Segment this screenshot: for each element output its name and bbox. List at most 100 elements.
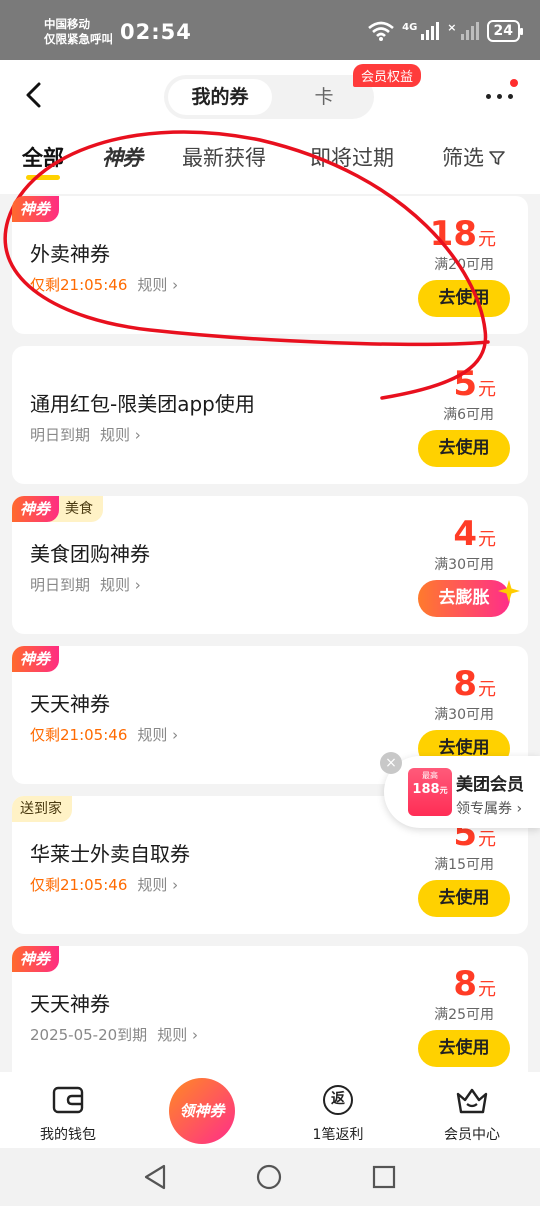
coupon-rule-link[interactable]: 规则 ›	[137, 726, 178, 744]
nav-member-center[interactable]: 会员中心	[422, 1082, 522, 1144]
tab-all[interactable]: 全部	[22, 142, 64, 180]
signal-icon	[421, 22, 440, 40]
coupon-condition: 满6可用	[443, 407, 494, 423]
vip-title: 美团会员	[456, 775, 524, 795]
coupon-sub: 明日到期 规则 ›	[30, 574, 141, 595]
coupon-rule-link[interactable]: 规则 ›	[100, 576, 141, 594]
coupon-card[interactable]: 神券 外卖神券 仅剩21:05:46 规则 › 18元 满20可用 去使用	[12, 196, 528, 334]
tab-newest[interactable]: 最新获得	[182, 142, 266, 172]
coupon-card[interactable]: 神券 天天神券 2025-05-20到期 规则 › 8元 满25可用 去使用	[12, 946, 528, 1084]
coupon-sub: 2025-05-20到期 规则 ›	[30, 1024, 198, 1045]
get-coupons-button[interactable]: 领神券	[169, 1078, 235, 1144]
coupon-condition: 满15可用	[434, 857, 494, 873]
coupon-amount: 4元	[453, 514, 496, 554]
filter-icon	[489, 151, 505, 165]
coupon-tag: 神券	[12, 196, 60, 222]
coupon-amount: 8元	[453, 964, 496, 1004]
carrier-info: 中国移动 仅限紧急呼叫	[44, 17, 113, 47]
signal-2-icon	[460, 22, 479, 40]
coupon-rule-link[interactable]: 规则 ›	[137, 876, 178, 894]
status-icons: 4G × 24	[368, 20, 524, 42]
notification-dot	[510, 79, 518, 87]
vip-coupon-badge: 最高 188元	[408, 768, 452, 816]
coupon-condition: 满25可用	[434, 1007, 494, 1023]
sparkle-icon	[498, 580, 520, 602]
coupon-title: 天天神券	[30, 692, 110, 716]
back-arrow-icon[interactable]	[20, 80, 50, 110]
clock: 02:54	[120, 20, 192, 44]
tab-shen-coupons[interactable]: 神券	[102, 142, 143, 172]
filter-tabs: 全部 神券 最新获得 即将过期 筛选	[0, 140, 540, 190]
coupon-rule-link[interactable]: 规则 ›	[100, 426, 141, 444]
coupon-card[interactable]: 神券 美食 美食团购神券 明日到期 规则 › 4元 满30可用 去膨胀	[12, 496, 528, 634]
carrier-name: 中国移动	[44, 17, 90, 31]
use-button[interactable]: 去使用	[418, 1030, 510, 1067]
coupon-card[interactable]: 通用红包-限美团app使用 明日到期 规则 › 5元 满6可用 去使用	[12, 346, 528, 484]
shen-tag: 神券	[12, 646, 60, 672]
coupon-tag: 神券	[12, 946, 60, 972]
nav-wallet[interactable]: 我的钱包	[18, 1082, 118, 1144]
delivery-tag: 送到家	[12, 796, 72, 822]
crown-basket-icon	[456, 1088, 488, 1114]
coupon-title: 华莱士外卖自取券	[30, 842, 190, 866]
tab-filter[interactable]: 筛选	[442, 142, 506, 172]
system-nav-bar	[0, 1148, 540, 1206]
recents-square-icon[interactable]	[372, 1165, 396, 1189]
coupon-amount: 18元	[429, 214, 496, 254]
back-triangle-icon[interactable]	[142, 1164, 168, 1190]
nav-member-label: 会员中心	[444, 1127, 500, 1143]
shen-tag: 神券	[12, 946, 60, 972]
vip-badge-value: 188元	[412, 782, 448, 797]
wifi-icon	[368, 21, 394, 41]
coupon-rule-link[interactable]: 规则 ›	[157, 1026, 198, 1044]
coupon-expiry: 明日到期	[30, 426, 91, 444]
shen-tag: 神券	[12, 496, 60, 522]
coupon-expiry: 仅剩21:05:46	[30, 876, 128, 894]
tab-expiring[interactable]: 即将过期	[310, 142, 394, 172]
use-button[interactable]: 去使用	[418, 430, 510, 467]
coupon-title: 美食团购神券	[30, 542, 150, 566]
battery-icon: 24	[486, 20, 524, 42]
coupon-sub: 明日到期 规则 ›	[30, 424, 141, 445]
status-bar: 中国移动 仅限紧急呼叫 02:54 4G × 24	[0, 0, 540, 60]
home-circle-icon[interactable]	[256, 1164, 282, 1190]
coupon-sub: 仅剩21:05:46 规则 ›	[30, 874, 178, 895]
coupon-condition: 满30可用	[434, 557, 494, 573]
inflate-button[interactable]: 去膨胀	[418, 580, 510, 617]
cashback-icon: 返	[323, 1085, 353, 1115]
coupon-expiry: 2025-05-20到期	[30, 1026, 148, 1044]
nav-cashback[interactable]: 返 1笔返利	[288, 1082, 388, 1144]
segment-control: 我的券 卡	[164, 75, 374, 119]
coupon-title: 通用红包-限美团app使用	[30, 392, 255, 416]
coupon-expiry: 仅剩21:05:46	[30, 276, 128, 294]
nav-wallet-label: 我的钱包	[40, 1127, 96, 1143]
use-button[interactable]: 去使用	[418, 280, 510, 317]
coupon-title: 外卖神券	[30, 242, 110, 266]
coupon-rule-link[interactable]: 规则 ›	[137, 276, 178, 294]
header: 我的券 卡 会员权益 全部 神券 最新获得 即将过期 筛选	[0, 60, 540, 194]
segment-my-coupons[interactable]: 我的券	[168, 79, 272, 115]
coupon-amount: 8元	[453, 664, 496, 704]
coupon-tag: 神券	[12, 646, 60, 672]
coupon-condition: 满30可用	[434, 707, 494, 723]
coupon-sub: 仅剩21:05:46 规则 ›	[30, 724, 178, 745]
network-type: 4G	[402, 21, 418, 33]
vip-badge-top: 最高	[422, 771, 438, 780]
shen-tag: 神券	[12, 196, 60, 222]
coupon-sub: 仅剩21:05:46 规则 ›	[30, 274, 178, 295]
bottom-nav: 我的钱包 领神券 返 1笔返利 会员中心	[0, 1072, 540, 1148]
segment-cards[interactable]: 卡	[284, 79, 364, 115]
no-sim-icon: ×	[447, 20, 457, 34]
filter-label: 筛选	[442, 146, 484, 170]
coupon-expiry: 仅剩21:05:46	[30, 726, 128, 744]
more-icon[interactable]	[486, 91, 518, 101]
vip-rights-badge[interactable]: 会员权益	[353, 64, 422, 87]
nav-cashback-label: 1笔返利	[312, 1127, 364, 1143]
coupon-expiry: 明日到期	[30, 576, 91, 594]
use-button[interactable]: 去使用	[418, 880, 510, 917]
coupon-condition: 满20可用	[434, 257, 494, 273]
vip-floating-banner[interactable]: 最高 188元 美团会员 领专属券 › ×	[380, 752, 540, 828]
close-icon[interactable]: ×	[380, 752, 402, 774]
coupon-tag: 送到家	[12, 796, 72, 822]
carrier-note: 仅限紧急呼叫	[44, 32, 113, 46]
